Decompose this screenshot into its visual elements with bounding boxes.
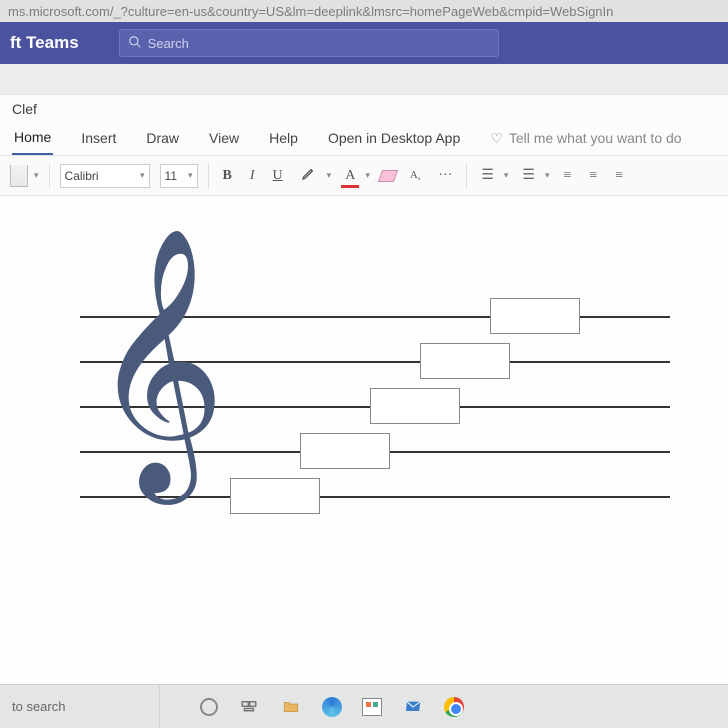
tab-help[interactable]: Help (267, 126, 300, 154)
tab-view[interactable]: View (207, 126, 241, 154)
font-size-value: 11 (165, 169, 177, 183)
taskbar-search-input[interactable]: to search (0, 685, 160, 728)
increase-indent-button[interactable]: ≡ (585, 166, 601, 186)
separator (49, 163, 50, 189)
styles-button[interactable]: Aᵅ (406, 165, 424, 186)
teams-search-input[interactable]: Search (119, 29, 499, 57)
bullet-list-button[interactable]: ☰ (477, 165, 498, 186)
bold-button[interactable]: B (219, 166, 236, 186)
windows-taskbar: to search (0, 684, 728, 728)
document-canvas[interactable]: 𝄞 (0, 196, 728, 702)
taskbar-tray (160, 696, 464, 718)
search-icon (128, 35, 142, 52)
italic-button[interactable]: I (246, 166, 259, 186)
tell-me-placeholder: Tell me what you want to do (509, 130, 682, 146)
document-title: Clef (0, 94, 728, 119)
font-family-value: Calibri (65, 169, 99, 183)
answer-box[interactable] (490, 298, 580, 334)
open-in-desktop-button[interactable]: Open in Desktop App (326, 126, 462, 154)
gap (0, 64, 728, 94)
chrome-browser-icon[interactable] (444, 697, 464, 717)
chevron-down-icon: ▾ (140, 170, 145, 181)
taskbar-search-placeholder: to search (12, 699, 65, 714)
chevron-down-icon[interactable]: ▾ (504, 170, 509, 181)
numbered-list-button[interactable]: ☰ (518, 165, 539, 186)
chevron-down-icon: ▾ (188, 170, 193, 181)
answer-box[interactable] (300, 433, 390, 469)
edge-browser-icon[interactable] (322, 697, 342, 717)
treble-clef-icon: 𝄞 (90, 246, 226, 476)
mail-icon[interactable] (401, 696, 425, 718)
separator (208, 163, 209, 189)
tell-me-input[interactable]: ♡ Tell me what you want to do (488, 126, 683, 155)
tab-draw[interactable]: Draw (144, 126, 181, 154)
pen-button[interactable] (297, 163, 321, 188)
clear-formatting-button[interactable] (378, 170, 398, 182)
task-view-icon[interactable] (238, 696, 260, 718)
paste-button[interactable] (10, 165, 28, 187)
browser-url-bar: ms.microsoft.com/_?culture=en-us&country… (0, 0, 728, 22)
separator (466, 163, 467, 189)
ribbon-tabs: Home Insert Draw View Help Open in Deskt… (0, 119, 728, 156)
file-explorer-icon[interactable] (280, 696, 302, 718)
more-formatting-button[interactable]: ··· (434, 166, 456, 186)
answer-box[interactable] (420, 343, 510, 379)
chevron-down-icon[interactable]: ▾ (34, 170, 39, 181)
music-staff: 𝄞 (80, 276, 670, 516)
chevron-down-icon[interactable]: ▾ (365, 170, 370, 181)
chevron-down-icon[interactable]: ▾ (545, 170, 550, 181)
tab-insert[interactable]: Insert (79, 126, 118, 154)
search-placeholder: Search (148, 36, 189, 51)
teams-header: ft Teams Search (0, 22, 728, 64)
lightbulb-icon: ♡ (490, 130, 503, 147)
decrease-indent-button[interactable]: ≡ (560, 166, 576, 186)
microsoft-store-icon[interactable] (362, 698, 382, 716)
tab-home[interactable]: Home (12, 125, 53, 155)
font-color-button[interactable]: A (341, 166, 359, 186)
formatting-toolbar: ▾ Calibri ▾ 11 ▾ B I U ▾ A ▾ Aᵅ ··· ☰ ▾ … (0, 156, 728, 196)
align-button[interactable]: ≡ (611, 166, 627, 186)
font-size-select[interactable]: 11 ▾ (160, 164, 198, 188)
answer-box[interactable] (370, 388, 460, 424)
chevron-down-icon[interactable]: ▾ (327, 170, 332, 181)
font-family-select[interactable]: Calibri ▾ (60, 164, 150, 188)
cortana-icon[interactable] (200, 698, 218, 716)
underline-button[interactable]: U (269, 166, 287, 186)
teams-app-title: ft Teams (10, 33, 79, 53)
answer-box[interactable] (230, 478, 320, 514)
staff-line (80, 496, 670, 498)
